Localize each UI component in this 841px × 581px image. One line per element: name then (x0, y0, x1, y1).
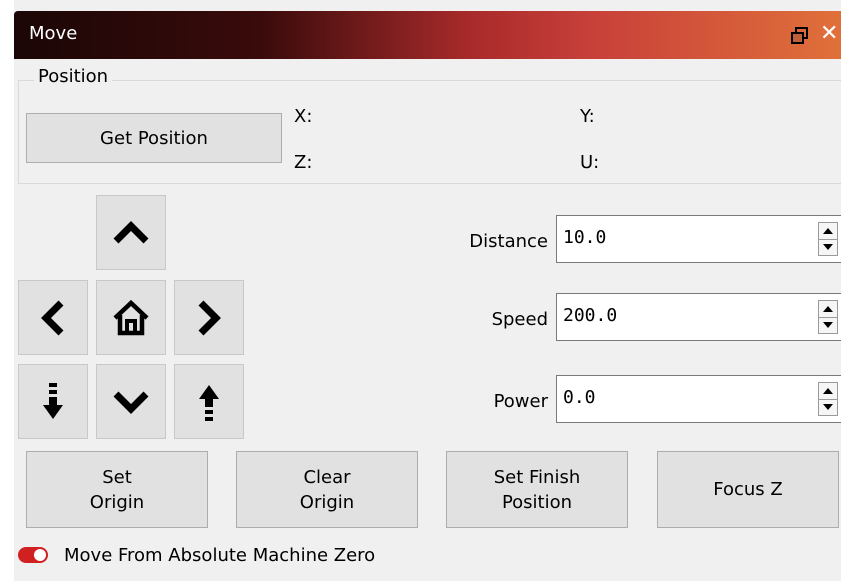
speed-value: 200.0 (563, 305, 618, 326)
window-title: Move (29, 23, 78, 44)
float-window-icon[interactable] (790, 25, 810, 45)
home-button[interactable] (96, 280, 166, 355)
z-down-button[interactable] (18, 364, 88, 439)
distance-spinbox[interactable]: 10.0 (556, 215, 841, 263)
distance-stepper[interactable] (818, 222, 838, 256)
close-icon[interactable]: ✕ (820, 20, 838, 48)
get-position-button[interactable]: Get Position (26, 113, 282, 163)
set-finish-position-button[interactable]: Set Finish Position (446, 451, 628, 528)
spin-up-icon[interactable] (819, 223, 837, 240)
spin-down-icon[interactable] (819, 239, 837, 255)
x-label: X: (294, 106, 313, 127)
y-label: Y: (580, 106, 595, 127)
move-panel: Move ✕ Position Get Position X: Y: Z: U: (14, 0, 841, 581)
spin-up-icon[interactable] (819, 301, 837, 318)
chevron-left-icon (41, 300, 64, 335)
spin-down-icon[interactable] (819, 399, 837, 415)
speed-label: Speed (491, 309, 548, 330)
power-value: 0.0 (563, 387, 596, 408)
z-up-icon (199, 384, 219, 421)
jog-up-button[interactable] (96, 195, 166, 270)
speed-stepper[interactable] (818, 300, 838, 334)
move-from-absolute-zero-label: Move From Absolute Machine Zero (64, 544, 376, 566)
move-from-absolute-zero-toggle[interactable] (18, 547, 48, 563)
z-down-icon (43, 382, 63, 419)
home-icon (113, 299, 149, 335)
chevron-up-icon (113, 220, 149, 243)
title-bar[interactable]: Move ✕ (14, 11, 841, 59)
jog-down-button[interactable] (96, 364, 166, 439)
toggle-knob (34, 549, 46, 561)
power-stepper[interactable] (818, 382, 838, 416)
z-up-button[interactable] (174, 364, 244, 439)
focus-z-button[interactable]: Focus Z (657, 451, 839, 528)
spin-up-icon[interactable] (819, 383, 837, 400)
jog-left-button[interactable] (18, 280, 88, 355)
chevron-right-icon (198, 300, 221, 335)
set-origin-button[interactable]: Set Origin (26, 451, 208, 528)
spin-down-icon[interactable] (819, 317, 837, 333)
move-from-absolute-zero-option[interactable]: Move From Absolute Machine Zero (18, 540, 375, 570)
distance-label: Distance (469, 231, 548, 252)
distance-value: 10.0 (563, 227, 607, 248)
chevron-down-icon (113, 391, 149, 414)
u-label: U: (580, 152, 600, 173)
z-label: Z: (294, 152, 313, 173)
speed-spinbox[interactable]: 200.0 (556, 293, 841, 341)
clear-origin-button[interactable]: Clear Origin (236, 451, 418, 528)
power-spinbox[interactable]: 0.0 (556, 375, 841, 423)
position-group-legend: Position (34, 66, 113, 87)
jog-right-button[interactable] (174, 280, 244, 355)
power-label: Power (493, 391, 548, 412)
